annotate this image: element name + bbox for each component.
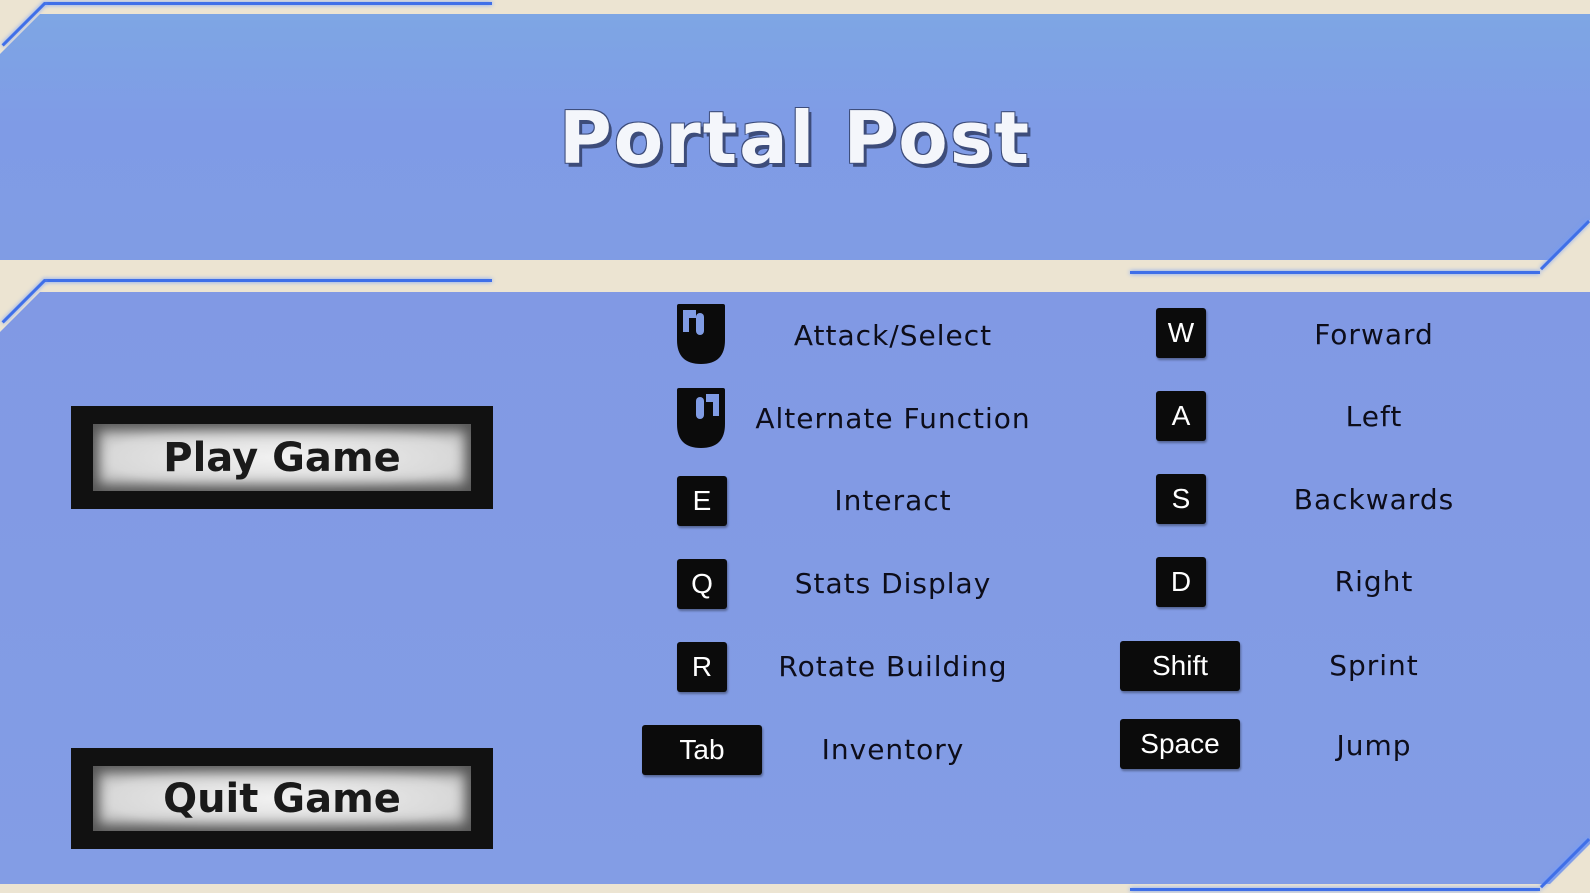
title-panel-top-edge — [44, 2, 492, 5]
play-game-button[interactable]: Play Game — [71, 406, 493, 509]
key-cap: D — [1156, 557, 1206, 607]
quit-game-label: Quit Game — [93, 766, 471, 831]
control-label: Rotate Building — [778, 650, 1008, 683]
control-label: Attack/Select — [793, 319, 993, 352]
control-label: Forward — [1314, 318, 1434, 351]
control-label: Stats Display — [794, 567, 992, 600]
control-label: Right — [1334, 565, 1414, 598]
key-cap: S — [1156, 474, 1206, 524]
control-label: Alternate Function — [755, 402, 1031, 435]
control-label: Backwards — [1293, 483, 1455, 516]
title-panel-bottom-edge — [1130, 271, 1540, 274]
control-label: Jump — [1336, 729, 1412, 762]
main-panel-bottom-edge — [1130, 888, 1540, 891]
key-cap: W — [1156, 308, 1206, 358]
game-title: Portal Post — [559, 96, 1031, 180]
quit-game-button[interactable]: Quit Game — [71, 748, 493, 849]
control-label: Interact — [834, 484, 952, 517]
control-label: Left — [1345, 400, 1403, 433]
key-cap: Space — [1120, 719, 1240, 769]
main-panel-top-edge — [44, 279, 492, 282]
key-cap: Shift — [1120, 641, 1240, 691]
key-cap: A — [1156, 391, 1206, 441]
control-label: Sprint — [1329, 649, 1419, 682]
play-game-label: Play Game — [93, 424, 471, 491]
control-label: Inventory — [821, 733, 965, 766]
